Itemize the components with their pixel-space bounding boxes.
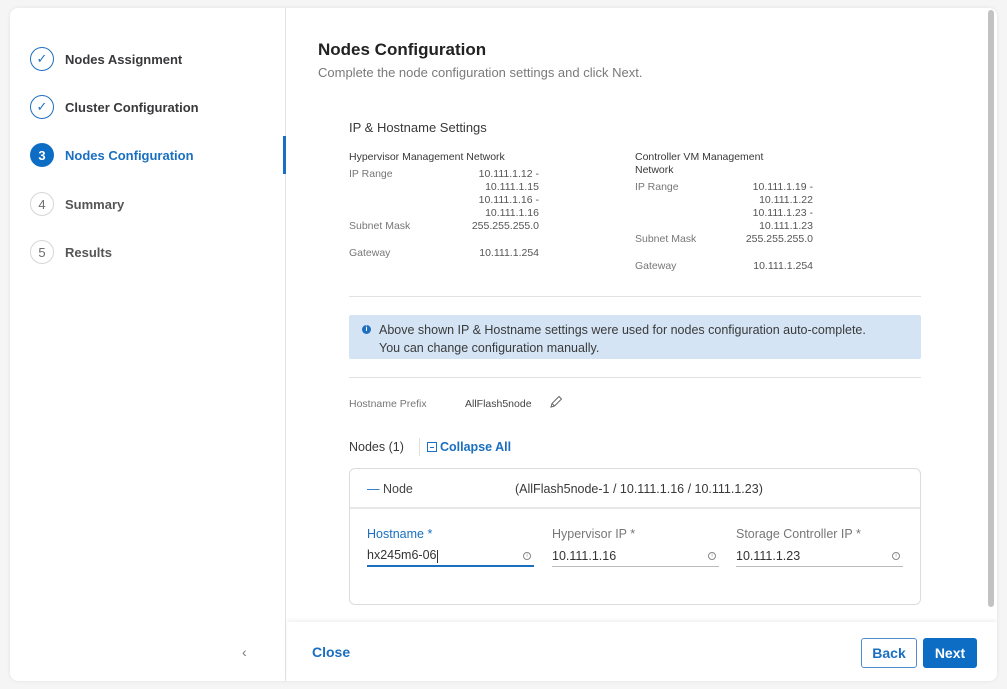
hypervisor-ip-label: Hypervisor IP *	[552, 527, 636, 541]
subnet-row: Subnet Mask 255.255.255.0	[349, 220, 539, 233]
section-title: IP & Hostname Settings	[349, 120, 487, 135]
info-icon[interactable]: i	[708, 552, 716, 560]
gateway-row: Gateway 10.111.1.254	[635, 260, 813, 273]
hostname-label: Hostname *	[367, 527, 433, 541]
gateway-value: 10.111.1.254	[753, 260, 813, 272]
subnet-value: 255.255.255.0	[471, 220, 539, 232]
node-header: — Node (AllFlash5node-1 / 10.111.1.16 / …	[350, 469, 920, 509]
gateway-label: Gateway	[635, 260, 677, 272]
page-title: Nodes Configuration	[318, 40, 487, 59]
chevron-left-icon[interactable]: ‹	[242, 644, 247, 660]
subnet-value: 255.255.255.0	[745, 233, 813, 245]
gateway-label: Gateway	[349, 247, 391, 259]
hostname-prefix-label: Hostname Prefix	[349, 398, 427, 410]
hypervisor-ip-value: 10.111.1.16	[552, 549, 617, 563]
nodes-count: Nodes (1)	[349, 440, 404, 454]
divider	[349, 377, 921, 378]
wizard-sidebar: ✓ Nodes Assignment ✓ Cluster Configurati…	[10, 8, 286, 681]
check-icon: ✓	[30, 47, 54, 71]
step-label: Nodes Assignment	[65, 51, 183, 67]
separator	[419, 438, 420, 456]
vertical-scrollbar[interactable]	[986, 8, 996, 613]
storage-controller-ip-input[interactable]: 10.111.1.23 i	[736, 546, 903, 567]
subnet-label: Subnet Mask	[635, 233, 697, 245]
step-cluster-configuration[interactable]: ✓ Cluster Configuration	[30, 94, 199, 120]
step-summary[interactable]: 4 Summary	[30, 191, 124, 217]
wizard-footer: Close Back Next	[287, 622, 997, 681]
ip-range-line: 10.111.1.23	[759, 220, 813, 232]
hypervisor-ip-input[interactable]: 10.111.1.16 i	[552, 546, 719, 567]
hypervisor-ip-field: Hypervisor IP * 10.111.1.16 i	[552, 527, 719, 567]
ip-range-line: 10.111.1.22	[759, 194, 813, 206]
ip-range-line: 10.111.1.12 -	[478, 168, 539, 180]
ip-range-line: 10.111.1.16	[485, 207, 539, 219]
ip-range-label: IP Range	[349, 168, 393, 180]
ip-range-line: 10.111.1.23 -	[752, 207, 813, 219]
hostname-prefix-value: AllFlash5node	[465, 398, 532, 410]
page-subtitle: Complete the node configuration settings…	[318, 65, 643, 80]
node-summary: (AllFlash5node-1 / 10.111.1.16 / 10.111.…	[515, 482, 763, 496]
scrollbar-thumb[interactable]	[988, 10, 994, 607]
ip-range-label: IP Range	[635, 181, 679, 193]
back-button[interactable]: Back	[861, 638, 917, 668]
wizard-window: ✓ Nodes Assignment ✓ Cluster Configurati…	[10, 8, 997, 681]
close-button[interactable]: Close	[312, 644, 350, 660]
step-label: Nodes Configuration	[65, 147, 194, 163]
hostname-value: hx245m6-06	[367, 548, 437, 563]
step-label: Results	[65, 244, 112, 260]
hostname-field: Hostname * hx245m6-06 i	[367, 527, 534, 567]
storage-controller-ip-label: Storage Controller IP *	[736, 527, 861, 541]
hypervisor-network: Hypervisor Management Network IP Range 1…	[349, 151, 539, 260]
step-label: Summary	[65, 196, 125, 212]
node-toggle-label: Node	[382, 482, 413, 496]
check-icon: ✓	[30, 95, 54, 119]
collapse-all-label: Collapse All	[440, 440, 512, 454]
node-card: — Node (AllFlash5node-1 / 10.111.1.16 / …	[349, 468, 921, 605]
pencil-icon[interactable]	[548, 394, 564, 410]
node-toggle[interactable]: — Node	[367, 482, 413, 496]
ip-range-row: IP Range 10.111.1.19 - 10.111.1.22 10.11…	[635, 181, 813, 233]
storage-controller-ip-field: Storage Controller IP * 10.111.1.23 i	[736, 527, 903, 567]
ip-range-value: 10.111.1.19 - 10.111.1.22 10.111.1.23 - …	[753, 181, 813, 233]
ip-range-row: IP Range 10.111.1.12 - 10.111.1.15 10.11…	[349, 168, 539, 220]
gateway-row: Gateway 10.111.1.254	[349, 247, 539, 260]
info-icon[interactable]: i	[523, 551, 531, 560]
active-step-indicator	[283, 136, 286, 174]
step-number: 4	[30, 192, 54, 216]
controller-network: Controller VM Management Network IP Rang…	[635, 151, 813, 273]
step-label: Cluster Configuration	[65, 99, 199, 115]
info-text-line1: Above shown IP & Hostname settings were …	[379, 323, 866, 337]
info-banner: i Above shown IP & Hostname settings wer…	[349, 315, 921, 359]
ip-range-value: 10.111.1.12 - 10.111.1.15 10.111.1.16 - …	[479, 168, 539, 220]
step-number: 5	[30, 240, 54, 264]
controller-network-title: Controller VM Management Network	[635, 151, 764, 176]
collapse-all-button[interactable]: Collapse All	[427, 440, 511, 454]
divider	[349, 296, 921, 297]
ip-range-line: 10.111.1.15	[485, 181, 539, 193]
info-icon: i	[362, 325, 371, 334]
hostname-input[interactable]: hx245m6-06 i	[367, 546, 534, 567]
ip-range-line: 10.111.1.16 -	[478, 194, 539, 206]
step-nodes-assignment[interactable]: ✓ Nodes Assignment	[30, 46, 182, 72]
step-results[interactable]: 5 Results	[30, 239, 112, 265]
storage-controller-ip-value: 10.111.1.23	[736, 549, 801, 563]
text-caret	[436, 549, 438, 563]
ip-range-line: 10.111.1.19 -	[752, 181, 813, 193]
collapse-dash-icon: —	[367, 482, 380, 496]
main-content: Nodes Configuration Complete the node co…	[287, 8, 997, 681]
subnet-label: Subnet Mask	[349, 220, 411, 232]
info-text-line2: You can change configuration manually.	[379, 341, 600, 355]
step-number: 3	[30, 143, 54, 167]
collapse-icon	[427, 442, 437, 452]
next-button[interactable]: Next	[923, 638, 977, 668]
subnet-row: Subnet Mask 255.255.255.0	[635, 233, 813, 246]
info-icon[interactable]: i	[892, 552, 900, 560]
step-nodes-configuration[interactable]: 3 Nodes Configuration	[30, 142, 194, 168]
hypervisor-network-title: Hypervisor Management Network	[349, 151, 505, 163]
gateway-value: 10.111.1.254	[479, 247, 539, 259]
